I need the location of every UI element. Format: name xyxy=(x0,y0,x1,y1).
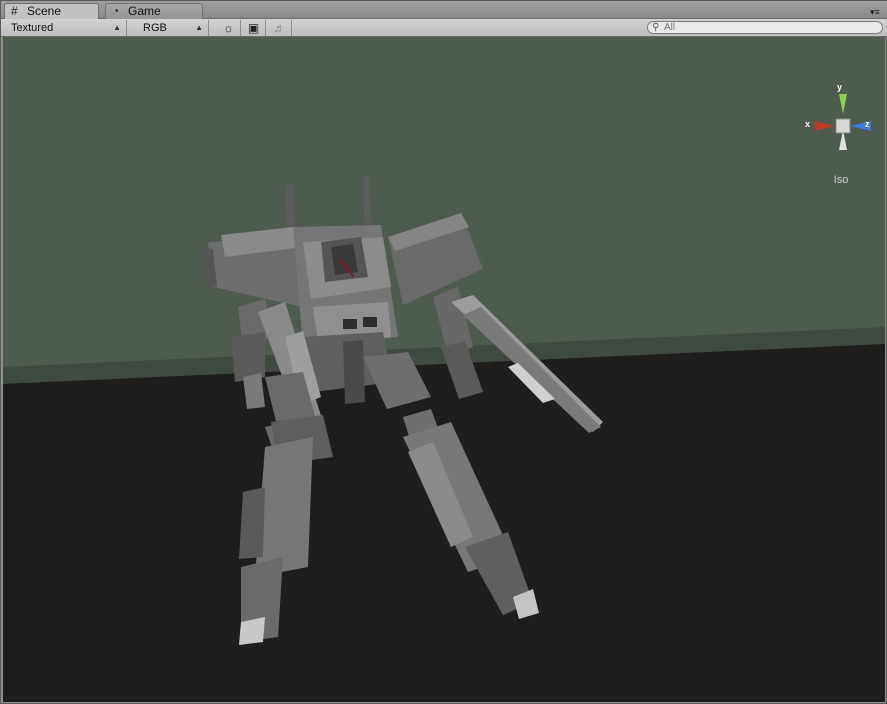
tab-game[interactable]: ◔ Game xyxy=(105,3,203,19)
tab-scene[interactable]: # Scene xyxy=(4,3,99,19)
x-axis-label: x xyxy=(805,119,811,129)
grid-icon: # xyxy=(11,4,18,18)
tab-bar: # Scene ◔ Game ▾≡ xyxy=(1,1,887,19)
dropdown-arrows-icon: ▲ xyxy=(195,23,203,32)
scene-overlay-toggle[interactable]: ▣ xyxy=(242,20,266,36)
center-cube[interactable] xyxy=(835,118,851,134)
scene-render xyxy=(3,37,885,702)
pacman-icon: ◔ xyxy=(112,4,120,18)
scene-window: # Scene ◔ Game ▾≡ Textured ▲ RGB ▲ ☼ ▣ ♬… xyxy=(0,0,887,704)
y-axis-label: y xyxy=(837,82,843,92)
speaker-icon: ♬ xyxy=(273,21,286,35)
sun-icon: ☼ xyxy=(223,21,234,35)
render-mode-value: Textured xyxy=(11,22,54,34)
image-icon: ▣ xyxy=(247,21,260,35)
scene-viewport[interactable]: y x z Iso xyxy=(3,37,885,702)
channel-mode-value: RGB xyxy=(143,22,167,34)
search-input[interactable]: ⚲ All xyxy=(647,21,883,34)
channel-mode-dropdown[interactable]: RGB ▲ xyxy=(137,20,209,36)
orientation-gizmo[interactable]: y x z Iso xyxy=(801,80,881,190)
y-axis-cone[interactable] xyxy=(839,94,847,114)
scene-audio-toggle[interactable]: ♬ xyxy=(268,20,292,36)
render-mode-dropdown[interactable]: Textured ▲ xyxy=(5,20,127,36)
search-icon: ⚲ xyxy=(652,22,660,33)
scene-toolbar: Textured ▲ RGB ▲ ☼ ▣ ♬ ⚲ All xyxy=(1,19,887,37)
dropdown-arrows-icon: ▲ xyxy=(113,23,121,32)
z-axis-label: z xyxy=(865,119,870,129)
search-placeholder: All xyxy=(664,22,676,33)
tab-game-label: Game xyxy=(128,4,161,18)
tab-scene-label: Scene xyxy=(27,4,62,18)
panel-menu-icon[interactable]: ▾≡ xyxy=(870,7,884,17)
projection-label[interactable]: Iso xyxy=(801,174,881,186)
scene-lighting-toggle[interactable]: ☼ xyxy=(217,20,241,36)
x-axis-cone[interactable] xyxy=(815,121,835,131)
